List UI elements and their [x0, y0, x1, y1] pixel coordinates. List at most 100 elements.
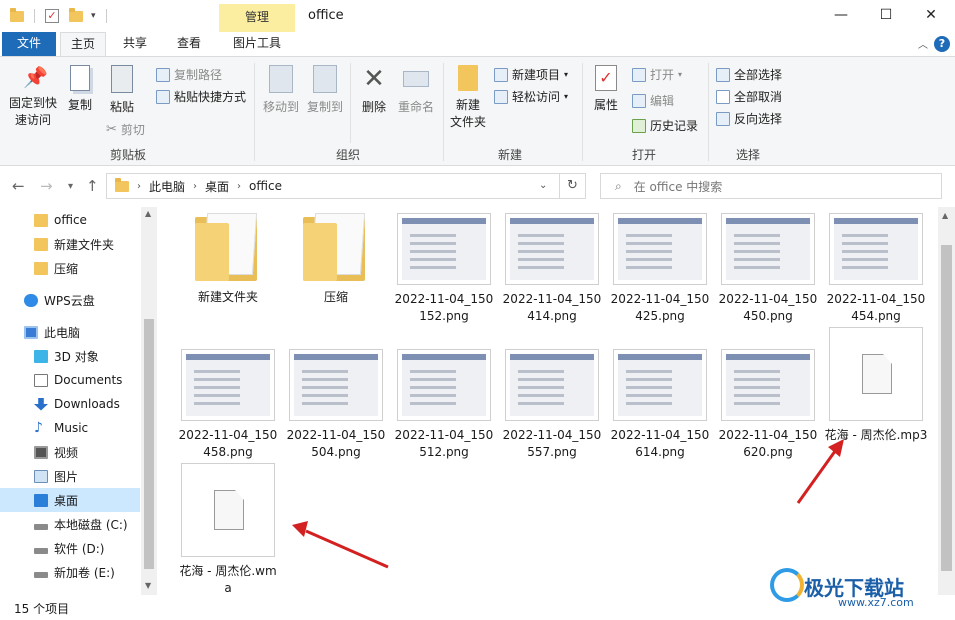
file-item-image[interactable]: 2022-11-04_150512.png — [392, 349, 496, 461]
sidebar-item-wps-cloud[interactable]: WPS云盘 — [0, 288, 140, 312]
breadcrumb-separator-icon[interactable]: › — [237, 181, 241, 192]
easy-access-button[interactable]: 轻松访问 ▾ — [494, 88, 568, 105]
tab-share[interactable]: 共享 — [112, 32, 158, 56]
sidebar-item-drive-e[interactable]: 新加卷 (E:) — [0, 560, 140, 584]
breadcrumb-separator-icon[interactable]: › — [137, 181, 141, 192]
tab-file[interactable]: 文件 — [2, 32, 56, 56]
breadcrumb-separator-icon[interactable]: › — [193, 181, 197, 192]
history-button[interactable]: 历史记录 — [632, 117, 698, 134]
breadcrumb-this-pc[interactable]: 此电脑 — [149, 178, 185, 195]
tab-picture-tools[interactable]: 图片工具 — [222, 32, 292, 56]
sidebar-item-compress[interactable]: 压缩 — [0, 256, 140, 280]
back-arrow-icon[interactable]: ← — [12, 177, 25, 195]
properties-button[interactable]: ✓ 属性 — [588, 65, 624, 114]
sidebar-item-drive-d[interactable]: 软件 (D:) — [0, 536, 140, 560]
open-button[interactable]: 打开 ▾ — [632, 66, 682, 83]
folder-icon — [34, 237, 48, 251]
customize-quick-access-icon[interactable]: ▾ — [91, 11, 96, 21]
audio-file-box — [829, 327, 923, 421]
sidebar-scroll-thumb[interactable] — [144, 319, 154, 569]
pin-label-line2: 速访问 — [14, 113, 51, 127]
copy-path-button[interactable]: 复制路径 — [156, 66, 222, 83]
file-item-audio[interactable]: 花海 - 周杰伦.mp3 — [824, 327, 928, 444]
address-bar[interactable]: › 此电脑 › 桌面 › office ⌄ ↻ — [106, 173, 586, 199]
select-group-label: 选择 — [736, 148, 761, 162]
sidebar-item-drive-c[interactable]: 本地磁盘 (C:) — [0, 512, 140, 536]
maximize-button[interactable]: ☐ — [863, 0, 909, 30]
file-item-image[interactable]: 2022-11-04_150614.png — [608, 349, 712, 461]
forward-arrow-icon[interactable]: → — [40, 177, 53, 195]
breadcrumb-desktop[interactable]: 桌面 — [205, 178, 229, 195]
select-all-button[interactable]: 全部选择 — [716, 66, 782, 83]
cut-label: 剪切 — [120, 123, 145, 137]
scroll-up-icon[interactable]: ▲ — [145, 209, 151, 218]
sidebar-item-pictures[interactable]: 图片 — [0, 464, 140, 488]
address-dropdown-icon[interactable]: ⌄ — [539, 180, 547, 191]
file-name: 新建文件夹 — [197, 290, 258, 304]
file-item-image[interactable]: 2022-11-04_150450.png — [716, 213, 820, 325]
context-tab-manage[interactable]: 管理 — [219, 4, 295, 32]
cut-button[interactable]: ✂ 剪切 — [106, 121, 145, 138]
sidebar-item-documents[interactable]: Documents — [0, 368, 140, 392]
recent-locations-icon[interactable]: ▾ — [68, 181, 73, 192]
clipboard-group-label: 剪贴板 — [110, 148, 147, 162]
copy-button[interactable]: 复制 — [64, 65, 96, 114]
breadcrumb-office[interactable]: office — [249, 179, 282, 193]
sidebar-item-downloads[interactable]: Downloads — [0, 392, 140, 416]
scroll-up-icon[interactable]: ▲ — [942, 211, 948, 220]
file-item-image[interactable]: 2022-11-04_150557.png — [500, 349, 604, 461]
file-item-image[interactable]: 2022-11-04_150425.png — [608, 213, 712, 325]
move-to-button[interactable]: 移动到 — [260, 65, 302, 116]
paste-shortcut-button[interactable]: 粘贴快捷方式 — [156, 88, 246, 105]
content-scroll-thumb[interactable] — [941, 245, 952, 571]
sidebar-item-desktop[interactable]: 桌面 — [0, 488, 140, 512]
file-item-image[interactable]: 2022-11-04_150458.png — [176, 349, 280, 461]
edit-icon — [632, 93, 646, 108]
minimize-button[interactable]: — — [818, 0, 864, 30]
sidebar-item-music[interactable]: ♪ Music — [0, 416, 140, 440]
tab-home[interactable]: 主页 — [60, 32, 106, 56]
new-folder-icon[interactable] — [69, 7, 83, 22]
sidebar-item-videos[interactable]: 视频 — [0, 440, 140, 464]
move-to-icon — [269, 65, 293, 93]
help-icon[interactable]: ? — [934, 36, 950, 52]
file-name: 2022-11-04_150504.png — [286, 428, 386, 459]
refresh-icon[interactable]: ↻ — [559, 174, 585, 198]
new-item-button[interactable]: 新建项目 ▾ — [494, 66, 568, 83]
open-icon — [632, 67, 646, 82]
scroll-down-icon[interactable]: ▼ — [145, 581, 151, 590]
select-none-button[interactable]: 全部取消 — [716, 88, 782, 105]
file-item-audio[interactable]: 花海 - 周杰伦.wma — [176, 463, 280, 597]
sidebar-item-office[interactable]: office — [0, 208, 140, 232]
sidebar-scrollbar[interactable]: ▲ ▼ — [141, 207, 157, 595]
search-box[interactable]: ⌕ 在 office 中搜索 — [600, 173, 942, 199]
sidebar-item-3d-objects[interactable]: 3D 对象 — [0, 344, 140, 368]
delete-button[interactable]: ✕ 删除 — [356, 65, 392, 116]
file-item-folder[interactable]: 压缩 — [284, 209, 388, 306]
invert-selection-button[interactable]: 反向选择 — [716, 110, 782, 127]
new-folder-button[interactable]: 新建 文件夹 — [448, 65, 488, 131]
close-button[interactable]: ✕ — [908, 0, 954, 30]
file-item-image[interactable]: 2022-11-04_150454.png — [824, 213, 928, 325]
file-item-folder[interactable]: 新建文件夹 — [176, 209, 280, 306]
file-item-image[interactable]: 2022-11-04_150152.png — [392, 213, 496, 325]
edit-button[interactable]: 编辑 — [632, 92, 674, 109]
tab-view[interactable]: 查看 — [166, 32, 212, 56]
pin-quick-access-button[interactable]: 📌 固定到快 速访问 — [6, 65, 60, 129]
file-name: 2022-11-04_150620.png — [718, 428, 818, 459]
copy-to-button[interactable]: 复制到 — [304, 65, 346, 116]
file-item-image[interactable]: 2022-11-04_150620.png — [716, 349, 820, 461]
folder-icon — [191, 209, 265, 283]
folder-icon[interactable] — [10, 7, 24, 22]
file-item-image[interactable]: 2022-11-04_150414.png — [500, 213, 604, 325]
drive-icon — [34, 548, 48, 554]
rename-button[interactable]: 重命名 — [396, 65, 436, 116]
collapse-ribbon-icon[interactable]: ︿ — [918, 36, 928, 51]
content-scrollbar[interactable]: ▲ — [938, 207, 955, 595]
up-arrow-icon[interactable]: ↑ — [86, 177, 99, 195]
sidebar-item-new-folder[interactable]: 新建文件夹 — [0, 232, 140, 256]
sidebar-item-this-pc[interactable]: 此电脑 — [0, 320, 140, 344]
file-item-image[interactable]: 2022-11-04_150504.png — [284, 349, 388, 461]
properties-check-icon[interactable]: ✓ — [45, 9, 59, 23]
paste-button[interactable]: 粘贴 — [104, 65, 140, 116]
